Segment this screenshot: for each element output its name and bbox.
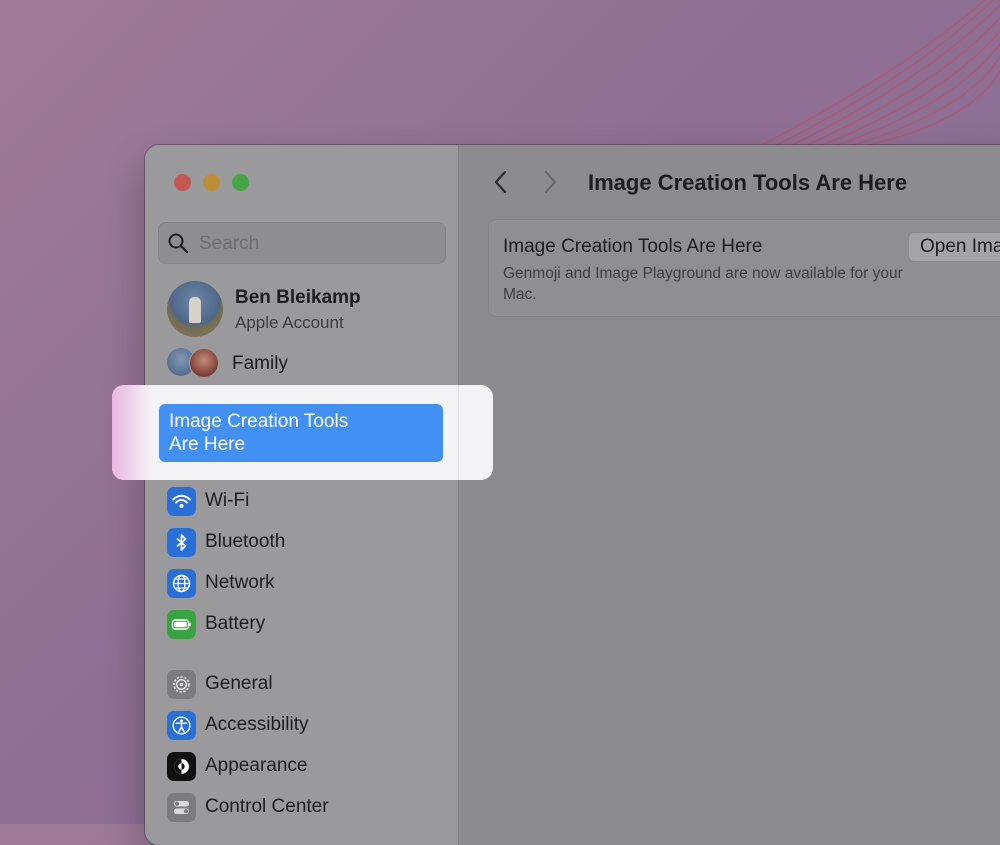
sidebar-item-label: General (205, 673, 273, 694)
sidebar-item-bluetooth[interactable]: Bluetooth (167, 528, 437, 558)
sidebar-item-label: Battery (205, 613, 266, 634)
open-image-playground-button[interactable]: Open Image Playground (908, 232, 1000, 262)
sidebar-item-family[interactable]: Family (167, 348, 427, 378)
sidebar-divider (458, 385, 459, 480)
highlight-callout: Image Creation Tools Are Here (112, 385, 493, 480)
control-center-icon (167, 793, 196, 822)
wifi-icon (167, 487, 196, 516)
sidebar-item-general[interactable]: General (167, 670, 437, 700)
sidebar-item-label: Appearance (205, 755, 308, 776)
settings-window: Ben Bleikamp Apple Account Family Wi-Fi … (145, 145, 1000, 845)
callout-glow (112, 385, 152, 480)
appearance-icon (167, 752, 196, 781)
sidebar-item-label: Wi-Fi (205, 490, 250, 511)
accessibility-icon (167, 711, 196, 740)
gear-icon (167, 670, 196, 699)
sidebar-item-appearance[interactable]: Appearance (167, 752, 437, 782)
page-title: Image Creation Tools Are Here (588, 170, 908, 195)
minimize-button[interactable] (203, 174, 220, 191)
sidebar-item-image-creation-tools[interactable]: Image Creation Tools Are Here (159, 404, 443, 462)
sidebar-item-accessibility[interactable]: Accessibility (167, 711, 437, 741)
sidebar-item-label: Control Center (205, 796, 329, 817)
sidebar-item-label: Accessibility (205, 714, 309, 735)
bluetooth-icon (167, 528, 196, 557)
sidebar-item-control-center[interactable]: Control Center (167, 793, 437, 823)
search-field[interactable] (158, 222, 446, 265)
account-subtitle: Apple Account (235, 313, 344, 332)
back-button[interactable] (490, 169, 514, 195)
announcement-card: Image Creation Tools Are Here Genmoji an… (488, 219, 1000, 317)
search-input[interactable] (197, 223, 441, 265)
battery-icon (167, 610, 196, 639)
zoom-button[interactable] (232, 174, 249, 191)
sidebar-item-label: Bluetooth (205, 531, 286, 552)
sidebar-item-battery[interactable]: Battery (167, 610, 437, 640)
sidebar-item-network[interactable]: Network (167, 569, 437, 599)
family-avatar (189, 348, 219, 378)
card-description: Genmoji and Image Playground are now ava… (503, 265, 903, 303)
close-button[interactable] (174, 174, 191, 191)
wallpaper-arc-lines (759, 0, 1000, 147)
sidebar-item-wifi[interactable]: Wi-Fi (167, 487, 437, 517)
search-icon (168, 233, 189, 254)
card-title: Image Creation Tools Are Here (503, 236, 763, 257)
sidebar-item-label: Image Creation Tools Are Here (169, 411, 349, 455)
sidebar-item-label: Family (232, 353, 288, 374)
account-name: Ben Bleikamp (235, 287, 361, 308)
avatar (167, 281, 223, 337)
sidebar: Ben Bleikamp Apple Account Family Wi-Fi … (145, 145, 459, 845)
sidebar-item-label: Network (205, 572, 275, 593)
globe-icon (167, 569, 196, 598)
forward-button[interactable] (537, 169, 561, 195)
